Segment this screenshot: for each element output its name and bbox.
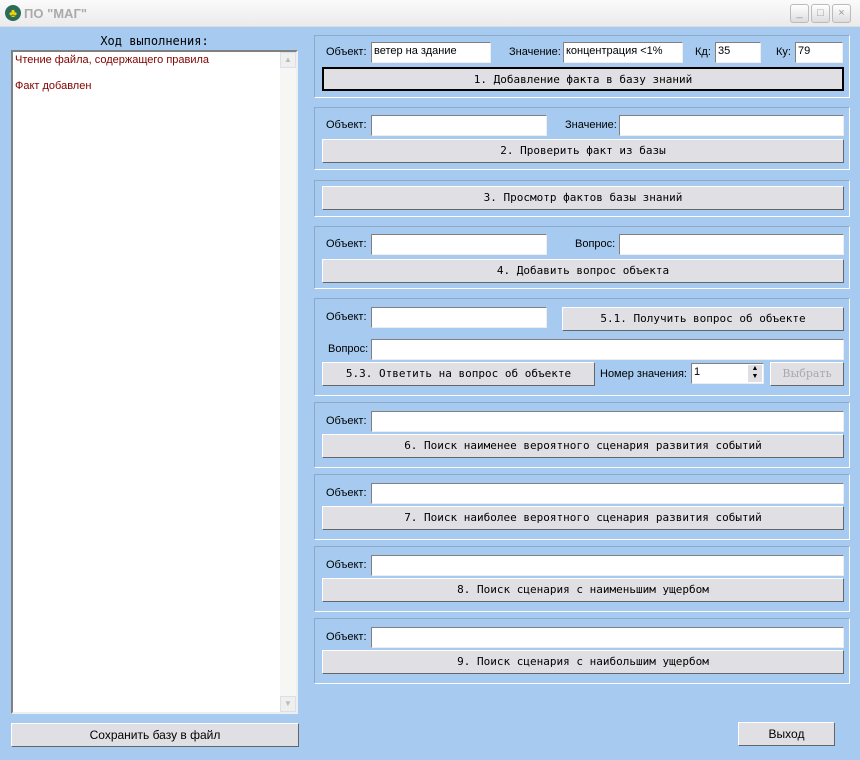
- log-label: Ход выполнения:: [100, 34, 209, 48]
- close-button[interactable]: ×: [832, 4, 851, 23]
- most-probable-panel: Объект: 7. Поиск наиболее вероятного сце…: [314, 474, 850, 540]
- scroll-up-icon[interactable]: ▲: [280, 52, 296, 68]
- ku-input[interactable]: 79: [795, 42, 843, 63]
- object-input[interactable]: [371, 555, 844, 576]
- object-input[interactable]: [371, 307, 547, 328]
- add-question-button[interactable]: 4. Добавить вопрос объекта: [322, 259, 844, 283]
- question-panel: Объект: 5.1. Получить вопрос об объекте …: [314, 298, 850, 396]
- value-input[interactable]: [619, 115, 844, 136]
- title-bar: ♣ ПО "МАГ" _ □ ×: [0, 0, 860, 27]
- min-damage-button[interactable]: 8. Поиск сценария с наименьшим ущербом: [322, 578, 844, 602]
- value-input[interactable]: концентрация <1%: [563, 42, 683, 63]
- minimize-button[interactable]: _: [790, 4, 809, 23]
- log-scrollbar[interactable]: ▲ ▼: [280, 52, 296, 712]
- exit-button[interactable]: Выход: [738, 722, 835, 746]
- min-damage-panel: Объект: 8. Поиск сценария с наименьшим у…: [314, 546, 850, 612]
- window-title: ПО "МАГ": [24, 6, 87, 21]
- value-label: Значение:: [509, 46, 561, 58]
- ku-label: Ку:: [776, 46, 791, 58]
- view-facts-panel: 3. Просмотр фактов базы знаний: [314, 180, 850, 217]
- get-question-button[interactable]: 5.1. Получить вопрос об объекте: [562, 307, 844, 331]
- save-base-button[interactable]: Сохранить базу в файл: [11, 723, 299, 747]
- object-input[interactable]: [371, 411, 844, 432]
- scroll-down-icon[interactable]: ▼: [280, 696, 296, 712]
- add-question-panel: Объект: Вопрос: 4. Добавить вопрос объек…: [314, 226, 850, 289]
- least-probable-panel: Объект: 6. Поиск наименее вероятного сце…: [314, 402, 850, 468]
- app-icon: ♣: [5, 5, 21, 21]
- log-line: Факт добавлен: [15, 80, 92, 92]
- object-input[interactable]: [371, 627, 844, 648]
- object-input[interactable]: [371, 483, 844, 504]
- select-button[interactable]: Выбрать: [770, 362, 844, 386]
- kd-input[interactable]: 35: [715, 42, 761, 63]
- view-facts-button[interactable]: 3. Просмотр фактов базы знаний: [322, 186, 844, 210]
- object-label: Объект:: [326, 415, 367, 427]
- question-input[interactable]: [619, 234, 844, 255]
- add-fact-panel: Объект: ветер на здание Значение: концен…: [314, 35, 850, 98]
- max-damage-panel: Объект: 9. Поиск сценария с наибольшим у…: [314, 618, 850, 684]
- object-label: Объект:: [326, 631, 367, 643]
- log-listbox[interactable]: Чтение файла, содержащего правила Факт д…: [11, 50, 298, 714]
- object-label: Объект:: [326, 238, 367, 250]
- most-probable-button[interactable]: 7. Поиск наиболее вероятного сценария ра…: [322, 506, 844, 530]
- spinner-arrows-icon[interactable]: ▲ ▼: [748, 365, 762, 382]
- check-fact-panel: Объект: Значение: 2. Проверить факт из б…: [314, 107, 850, 170]
- answer-question-button[interactable]: 5.3. Ответить на вопрос об объекте: [322, 362, 595, 386]
- object-label: Объект:: [326, 46, 367, 58]
- number-value: 1: [694, 366, 701, 378]
- value-label: Значение:: [565, 119, 617, 131]
- maximize-button[interactable]: □: [811, 4, 830, 23]
- least-probable-button[interactable]: 6. Поиск наименее вероятного сценария ра…: [322, 434, 844, 458]
- object-label: Объект:: [326, 311, 367, 323]
- kd-label: Кд:: [695, 46, 711, 58]
- object-input[interactable]: ветер на здание: [371, 42, 491, 63]
- object-label: Объект:: [326, 487, 367, 499]
- max-damage-button[interactable]: 9. Поиск сценария с наибольшим ущербом: [322, 650, 844, 674]
- number-spinner[interactable]: 1 ▲ ▼: [691, 363, 764, 384]
- object-input[interactable]: [371, 115, 547, 136]
- question-input[interactable]: [371, 339, 844, 360]
- question-label: Вопрос:: [328, 343, 369, 355]
- log-line: Чтение файла, содержащего правила: [15, 54, 210, 66]
- object-label: Объект:: [326, 119, 367, 131]
- question-label: Вопрос:: [575, 238, 616, 250]
- object-label: Объект:: [326, 559, 367, 571]
- object-input[interactable]: [371, 234, 547, 255]
- number-label: Номер значения:: [600, 368, 687, 380]
- add-fact-button[interactable]: 1. Добавление факта в базу знаний: [322, 67, 844, 91]
- check-fact-button[interactable]: 2. Проверить факт из базы: [322, 139, 844, 163]
